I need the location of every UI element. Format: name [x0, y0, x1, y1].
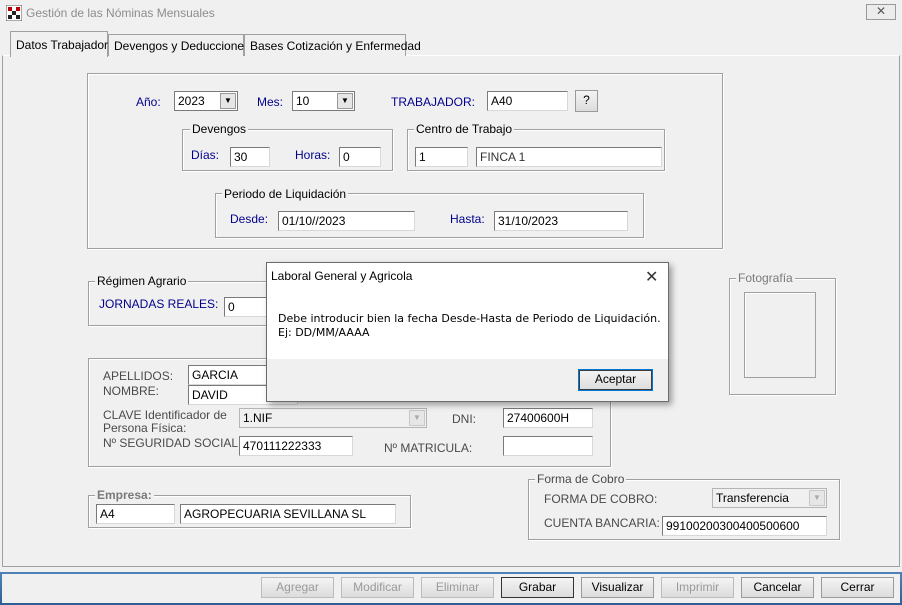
tab-datos-trabajador[interactable]: Datos Trabajador	[10, 31, 108, 57]
id-type-label-1: CLAVE Identificador de	[103, 408, 227, 422]
dialog-title: Laboral General y Agricola	[271, 269, 413, 283]
id-type-label-2: Persona Física:	[103, 421, 187, 435]
regimen-legend: Régimen Agrario	[95, 274, 189, 288]
worker-code-input[interactable]: A40	[487, 91, 568, 111]
cancelar-button[interactable]: Cancelar	[741, 577, 814, 598]
modificar-button[interactable]: Modificar	[341, 577, 414, 598]
month-value: 10	[296, 94, 310, 108]
cobro-legend: Forma de Cobro	[535, 472, 627, 486]
year-label: Año:	[136, 95, 161, 109]
grabar-button[interactable]: Grabar	[501, 577, 574, 598]
month-select[interactable]: 10 ▼	[292, 91, 355, 111]
matricula-input[interactable]	[503, 436, 593, 456]
year-select[interactable]: 2023 ▼	[174, 91, 238, 111]
chevron-down-icon[interactable]: ▼	[337, 93, 353, 109]
agregar-button[interactable]: Agregar	[261, 577, 334, 598]
worker-label: TRABAJADOR:	[391, 95, 476, 109]
empresa-legend: Empresa:	[95, 488, 154, 502]
id-type-value: 1.NIF	[243, 411, 273, 425]
cobro-method-label: FORMA DE COBRO:	[544, 492, 658, 506]
account-label: CUENTA BANCARIA:	[544, 516, 660, 530]
centro-trabajo-legend: Centro de Trabajo	[414, 122, 515, 136]
app-icon	[6, 5, 22, 21]
month-label: Mes:	[257, 95, 284, 109]
ss-label: Nº SEGURIDAD SOCIAL:	[103, 436, 242, 450]
hours-input[interactable]: 0	[339, 147, 381, 167]
cerrar-button[interactable]: Cerrar	[821, 577, 894, 598]
tab-bases-cotizacion[interactable]: Bases Cotización y Enfermedad	[244, 34, 421, 56]
matricula-label: Nº MATRICULA:	[384, 441, 473, 455]
window-title: Gestión de las Nóminas Mensuales	[26, 6, 215, 20]
cobro-method-value: Transferencia	[716, 491, 789, 505]
dialog-message: Debe introducir bien la fecha Desde-Hast…	[278, 312, 661, 339]
hours-label: Horas:	[295, 148, 331, 162]
imprimir-button[interactable]: Imprimir	[661, 577, 734, 598]
window-close-button[interactable]: ✕	[866, 4, 896, 20]
close-icon: ✕	[875, 4, 887, 18]
chevron-down-icon[interactable]: ▼	[220, 93, 236, 109]
worker-lookup-button[interactable]: ?	[575, 90, 598, 112]
chevron-down-icon[interactable]: ▼	[409, 410, 425, 426]
hasta-input[interactable]: 31/10/2023	[494, 211, 628, 231]
dni-input[interactable]: 27400600H	[503, 408, 593, 428]
hasta-label: Hasta:	[450, 212, 485, 226]
dialog-close-icon[interactable]: ✕	[645, 267, 658, 287]
photo-frame[interactable]	[744, 292, 816, 378]
jornadas-label: JORNADAS REALES:	[99, 297, 219, 311]
aceptar-button[interactable]: Aceptar	[578, 369, 653, 391]
visualizar-button[interactable]: Visualizar	[581, 577, 654, 598]
desde-label: Desde:	[230, 212, 269, 226]
photo-legend: Fotografía	[736, 271, 795, 285]
desde-input[interactable]: 01/10//2023	[278, 211, 415, 231]
dni-label: DNI:	[452, 412, 476, 426]
empresa-name-field: AGROPECUARIA SEVILLANA SL	[180, 504, 396, 524]
days-input[interactable]: 30	[230, 147, 270, 167]
message-dialog: Laboral General y Agricola ✕ Debe introd…	[266, 262, 669, 402]
centro-code-input[interactable]: 1	[415, 147, 468, 167]
periodo-legend: Periodo de Liquidación	[222, 187, 349, 201]
ss-input[interactable]: 470111222333	[239, 436, 353, 456]
cobro-method-select[interactable]: Transferencia ▼	[712, 488, 827, 508]
chevron-down-icon[interactable]: ▼	[809, 490, 825, 506]
days-label: Días:	[191, 148, 220, 162]
account-input[interactable]: 99100200300400500600	[662, 516, 827, 536]
tab-devengos-deducciones[interactable]: Devengos y Deducciones	[108, 34, 250, 56]
devengos-legend: Devengos	[190, 122, 249, 136]
centro-name-field: FINCA 1	[476, 147, 662, 167]
name-label: NOMBRE:	[103, 384, 160, 398]
id-type-select[interactable]: 1.NIF ▼	[239, 408, 427, 428]
surname-label: APELLIDOS:	[103, 369, 174, 383]
empresa-code-field[interactable]: A4	[96, 504, 175, 524]
eliminar-button[interactable]: Eliminar	[421, 577, 494, 598]
year-value: 2023	[178, 94, 205, 108]
